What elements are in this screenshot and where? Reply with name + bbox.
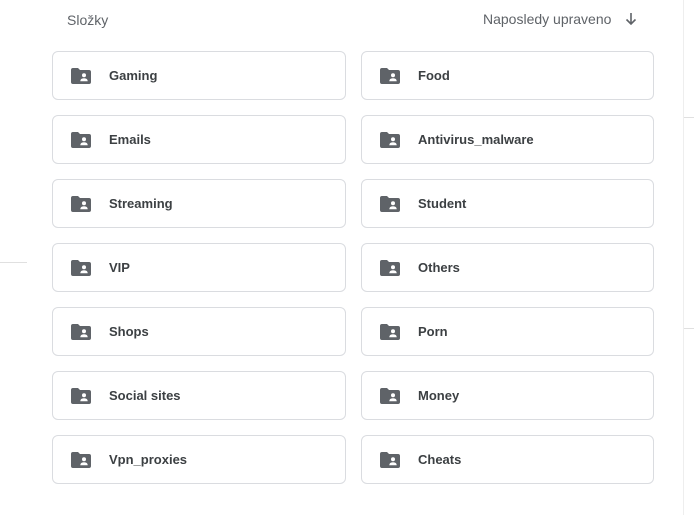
folder-item-porn[interactable]: Porn (361, 307, 654, 356)
folder-name: Social sites (109, 388, 181, 403)
shared-folder-icon (71, 259, 91, 276)
folder-name: Student (418, 196, 467, 211)
folder-name: VIP (109, 260, 130, 275)
folder-item-antivirus-malware[interactable]: Antivirus_malware (361, 115, 654, 164)
shared-folder-icon (380, 67, 400, 84)
folder-name: Gaming (109, 68, 158, 83)
folder-item-emails[interactable]: Emails (52, 115, 346, 164)
folder-name: Others (418, 260, 460, 275)
section-title: Složky (67, 12, 109, 28)
shared-folder-icon (380, 323, 400, 340)
folder-item-money[interactable]: Money (361, 371, 654, 420)
folder-item-shops[interactable]: Shops (52, 307, 346, 356)
folder-item-gaming[interactable]: Gaming (52, 51, 346, 100)
folder-item-streaming[interactable]: Streaming (52, 179, 346, 228)
arrow-down-icon[interactable] (623, 11, 639, 27)
folder-name: Emails (109, 132, 151, 147)
folders-header: Složky Naposledy upraveno (0, 0, 694, 40)
folder-name: Antivirus_malware (418, 132, 534, 147)
folder-item-vpn-proxies[interactable]: Vpn_proxies (52, 435, 346, 484)
folder-name: Streaming (109, 196, 173, 211)
background-divider (684, 328, 694, 329)
folder-item-vip[interactable]: VIP (52, 243, 346, 292)
folder-item-social-sites[interactable]: Social sites (52, 371, 346, 420)
folder-grid: Gaming Food Emails Antivirus_malware Str… (52, 51, 654, 484)
sort-label: Naposledy upraveno (483, 11, 612, 27)
shared-folder-icon (380, 131, 400, 148)
shared-folder-icon (71, 451, 91, 468)
folder-item-cheats[interactable]: Cheats (361, 435, 654, 484)
panel-edge (683, 0, 684, 515)
shared-folder-icon (380, 195, 400, 212)
folder-name: Cheats (418, 452, 462, 467)
background-divider (0, 262, 27, 263)
shared-folder-icon (71, 323, 91, 340)
shared-folder-icon (71, 195, 91, 212)
folder-name: Shops (109, 324, 149, 339)
folder-item-student[interactable]: Student (361, 179, 654, 228)
shared-folder-icon (380, 387, 400, 404)
folder-name: Porn (418, 324, 448, 339)
folder-name: Food (418, 68, 450, 83)
folder-name: Money (418, 388, 460, 403)
folder-name: Vpn_proxies (109, 452, 188, 467)
shared-folder-icon (380, 451, 400, 468)
folder-item-food[interactable]: Food (361, 51, 654, 100)
folder-item-others[interactable]: Others (361, 243, 654, 292)
background-divider (684, 117, 694, 118)
shared-folder-icon (71, 387, 91, 404)
shared-folder-icon (380, 259, 400, 276)
shared-folder-icon (71, 67, 91, 84)
sort-button[interactable]: Naposledy upraveno (483, 8, 639, 30)
shared-folder-icon (71, 131, 91, 148)
